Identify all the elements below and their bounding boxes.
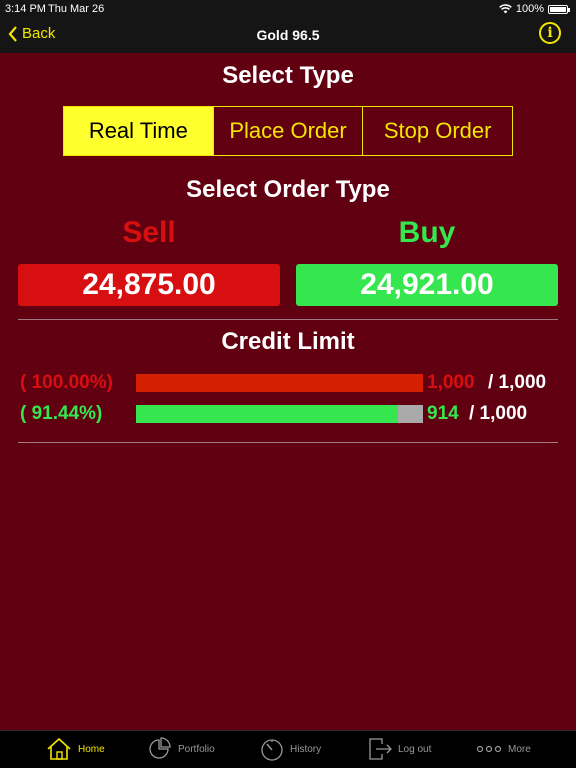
wifi-icon — [499, 4, 512, 14]
credit-percent-2: ( 91.44%) — [20, 403, 103, 424]
credit-bar-2 — [136, 405, 423, 423]
tab-logout-label: Log out — [398, 743, 432, 755]
logout-icon — [369, 738, 392, 760]
segment-stop-order[interactable]: Stop Order — [362, 107, 512, 155]
type-segmented-control: Real Time Place Order Stop Order — [63, 106, 513, 156]
credit-bar-fill-1 — [136, 374, 423, 392]
gauge-icon — [261, 739, 283, 761]
pie-chart-icon — [149, 737, 171, 759]
select-order-type-heading: Select Order Type — [186, 176, 390, 203]
status-time: 3:14 PM — [5, 3, 46, 15]
credit-total-1: / 1,000 — [488, 372, 547, 393]
home-icon — [47, 737, 71, 760]
status-date: Thu Mar 26 — [48, 3, 105, 15]
credit-percent-1: ( 100.00%) — [20, 372, 113, 393]
status-bar: 3:14 PM Thu Mar 26 100% — [0, 0, 576, 18]
info-icon: i — [547, 25, 553, 41]
tab-more[interactable]: More — [476, 737, 531, 761]
tab-more-label: More — [508, 743, 531, 755]
sell-price-button[interactable]: 24,875.00 — [18, 264, 280, 306]
buy-label: Buy — [398, 216, 456, 249]
page-title: Gold 96.5 — [256, 27, 320, 43]
sell-label: Sell — [122, 216, 176, 249]
credit-bar-fill-2 — [136, 405, 399, 423]
tab-bar: Home Portfolio History Log out More — [0, 730, 576, 768]
credit-limit-heading: Credit Limit — [221, 328, 355, 355]
credit-used-2: 914 — [427, 403, 459, 424]
tab-home-label: Home — [78, 743, 105, 755]
status-right: 100% — [499, 3, 570, 15]
credit-bar-1 — [136, 374, 423, 392]
divider-bottom — [18, 442, 558, 443]
segment-real-time[interactable]: Real Time — [64, 107, 213, 155]
navigation-bar: Back Gold 96.5 i — [0, 18, 576, 53]
credit-used-1: 1,000 — [427, 372, 475, 393]
more-dots-icon — [476, 745, 502, 753]
tab-history-label: History — [290, 743, 322, 755]
segment-place-order[interactable]: Place Order — [212, 107, 363, 155]
battery-percent: 100% — [515, 3, 544, 15]
tab-portfolio-label: Portfolio — [178, 743, 215, 755]
info-button[interactable]: i — [539, 22, 561, 44]
credit-total-2: / 1,000 — [469, 403, 528, 424]
tab-portfolio[interactable]: Portfolio — [148, 737, 215, 761]
tab-history[interactable]: History — [260, 737, 321, 761]
divider-top — [18, 319, 558, 320]
battery-icon — [548, 4, 570, 14]
buy-price-button[interactable]: 24,921.00 — [296, 264, 558, 306]
tab-logout[interactable]: Log out — [368, 737, 431, 761]
tab-home[interactable]: Home — [46, 737, 105, 761]
select-type-heading: Select Type — [222, 62, 354, 89]
